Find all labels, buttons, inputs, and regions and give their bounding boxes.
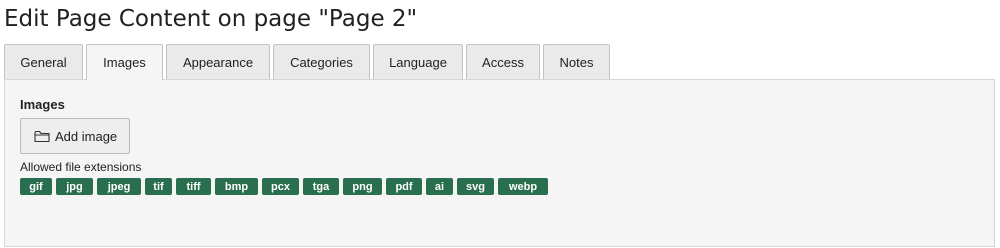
tab-bar: General Images Appearance Categories Lan… bbox=[4, 44, 610, 80]
tab-general[interactable]: General bbox=[4, 44, 83, 79]
add-image-button[interactable]: Add image bbox=[20, 118, 130, 154]
extension-badge: jpeg bbox=[97, 178, 141, 195]
extension-badge: ai bbox=[426, 178, 453, 195]
tab-images[interactable]: Images bbox=[86, 44, 163, 80]
add-image-label: Add image bbox=[55, 128, 118, 144]
extension-badge: png bbox=[343, 178, 382, 195]
images-panel: Images Add image Allowed file extensions… bbox=[4, 79, 995, 247]
tab-notes[interactable]: Notes bbox=[543, 44, 610, 79]
extension-badge: tiff bbox=[176, 178, 211, 195]
extension-badge: gif bbox=[20, 178, 52, 195]
tab-access[interactable]: Access bbox=[466, 44, 540, 79]
extension-badges: gif jpg jpeg tif tiff bmp pcx tga png pd… bbox=[20, 178, 548, 195]
extension-badge: svg bbox=[457, 178, 494, 195]
extension-badge: bmp bbox=[215, 178, 258, 195]
page-title: Edit Page Content on page "Page 2" bbox=[4, 6, 418, 32]
tab-categories[interactable]: Categories bbox=[273, 44, 370, 79]
extension-badge: tga bbox=[303, 178, 339, 195]
allowed-extensions-label: Allowed file extensions bbox=[20, 160, 142, 174]
tab-language[interactable]: Language bbox=[373, 44, 463, 79]
extension-badge: pdf bbox=[386, 178, 422, 195]
tab-appearance[interactable]: Appearance bbox=[166, 44, 270, 79]
extension-badge: jpg bbox=[56, 178, 93, 195]
section-title: Images bbox=[20, 97, 65, 112]
extension-badge: pcx bbox=[262, 178, 299, 195]
extension-badge: tif bbox=[145, 178, 172, 195]
extension-badge: webp bbox=[498, 178, 548, 195]
folder-icon bbox=[34, 130, 50, 143]
